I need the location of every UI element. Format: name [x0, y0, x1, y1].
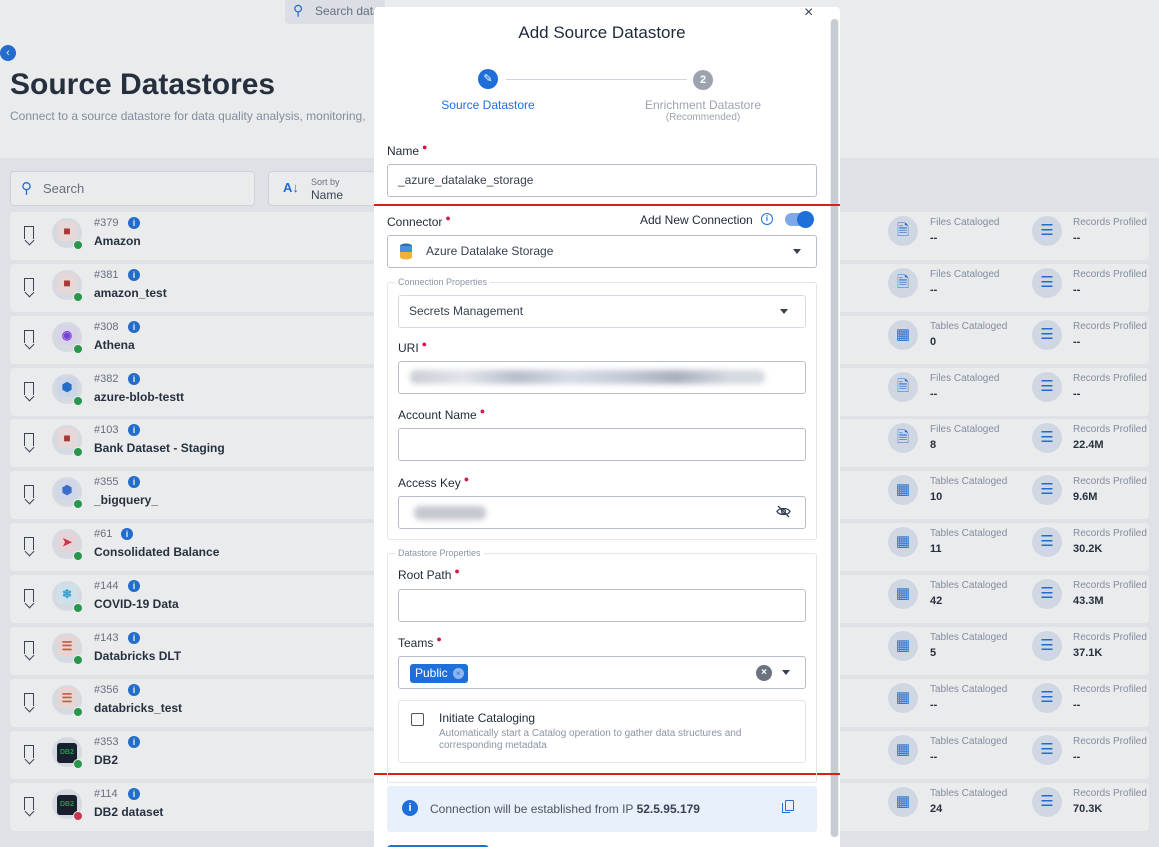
initiate-cataloging-description: Automatically start a Catalog operation …: [439, 728, 742, 751]
connector-select[interactable]: Azure Datalake Storage: [387, 235, 817, 268]
step-enrichment-datastore[interactable]: Enrichment Datastore: [633, 98, 773, 112]
team-chip-label: Public: [415, 666, 448, 680]
connector-value: Azure Datalake Storage: [426, 244, 554, 258]
root-path-label: Root Path ●: [398, 566, 460, 582]
step-source-datastore[interactable]: Source Datastore: [428, 98, 548, 112]
copy-icon[interactable]: [782, 800, 794, 813]
chevron-down-icon[interactable]: [782, 670, 790, 675]
ip-info-banner: i Connection will be established from IP…: [387, 786, 817, 832]
add-new-connection-toggle[interactable]: [785, 211, 814, 228]
stepper-connector: [506, 79, 687, 80]
teams-label: Teams ●: [398, 634, 442, 650]
info-icon[interactable]: i: [761, 213, 773, 225]
uri-value-redacted: [410, 370, 765, 384]
access-key-value-redacted: [414, 506, 486, 520]
account-name-label: Account Name ●: [398, 406, 486, 422]
clear-icon[interactable]: ×: [756, 665, 772, 681]
ip-banner-text: Connection will be established from IP 5…: [430, 802, 700, 816]
uri-label: URI ●: [398, 339, 428, 355]
connection-properties-legend: Connection Properties: [395, 277, 491, 287]
azure-datalake-icon: [400, 243, 412, 260]
datastore-properties-legend: Datastore Properties: [395, 548, 484, 558]
secrets-management-select[interactable]: Secrets Management: [398, 295, 806, 328]
account-name-input[interactable]: [398, 428, 806, 461]
root-path-input[interactable]: [398, 589, 806, 622]
initiate-cataloging-option: Initiate Cataloging Automatically start …: [398, 700, 806, 763]
info-icon: i: [402, 800, 418, 816]
initiate-cataloging-label: Initiate Cataloging: [439, 711, 536, 725]
access-key-label: Access Key ●: [398, 474, 470, 490]
add-new-connection-label: Add New Connection: [640, 213, 753, 227]
initiate-cataloging-checkbox[interactable]: [411, 713, 424, 726]
team-chip-public[interactable]: Public ×: [410, 664, 468, 683]
close-icon[interactable]: ×: [804, 7, 813, 22]
pencil-icon[interactable]: ✎: [478, 69, 498, 89]
connector-label: Connector ●: [387, 213, 451, 229]
modal-title: Add Source Datastore: [518, 23, 686, 42]
chevron-down-icon[interactable]: [793, 249, 801, 254]
secrets-management-value: Secrets Management: [409, 304, 524, 318]
ip-address: 52.5.95.179: [636, 802, 700, 816]
step-2-badge[interactable]: 2: [693, 70, 713, 90]
eye-off-icon[interactable]: [776, 505, 791, 518]
name-label: Name ●: [387, 142, 428, 158]
chip-remove-icon[interactable]: ×: [452, 668, 464, 679]
add-source-datastore-modal: × Add Source Datastore ✎ 2 Source Datast…: [374, 7, 840, 847]
chevron-down-icon[interactable]: [780, 309, 788, 314]
name-input[interactable]: _azure_datalake_storage: [387, 164, 817, 197]
step-enrichment-recommended: (Recommended): [665, 112, 741, 123]
